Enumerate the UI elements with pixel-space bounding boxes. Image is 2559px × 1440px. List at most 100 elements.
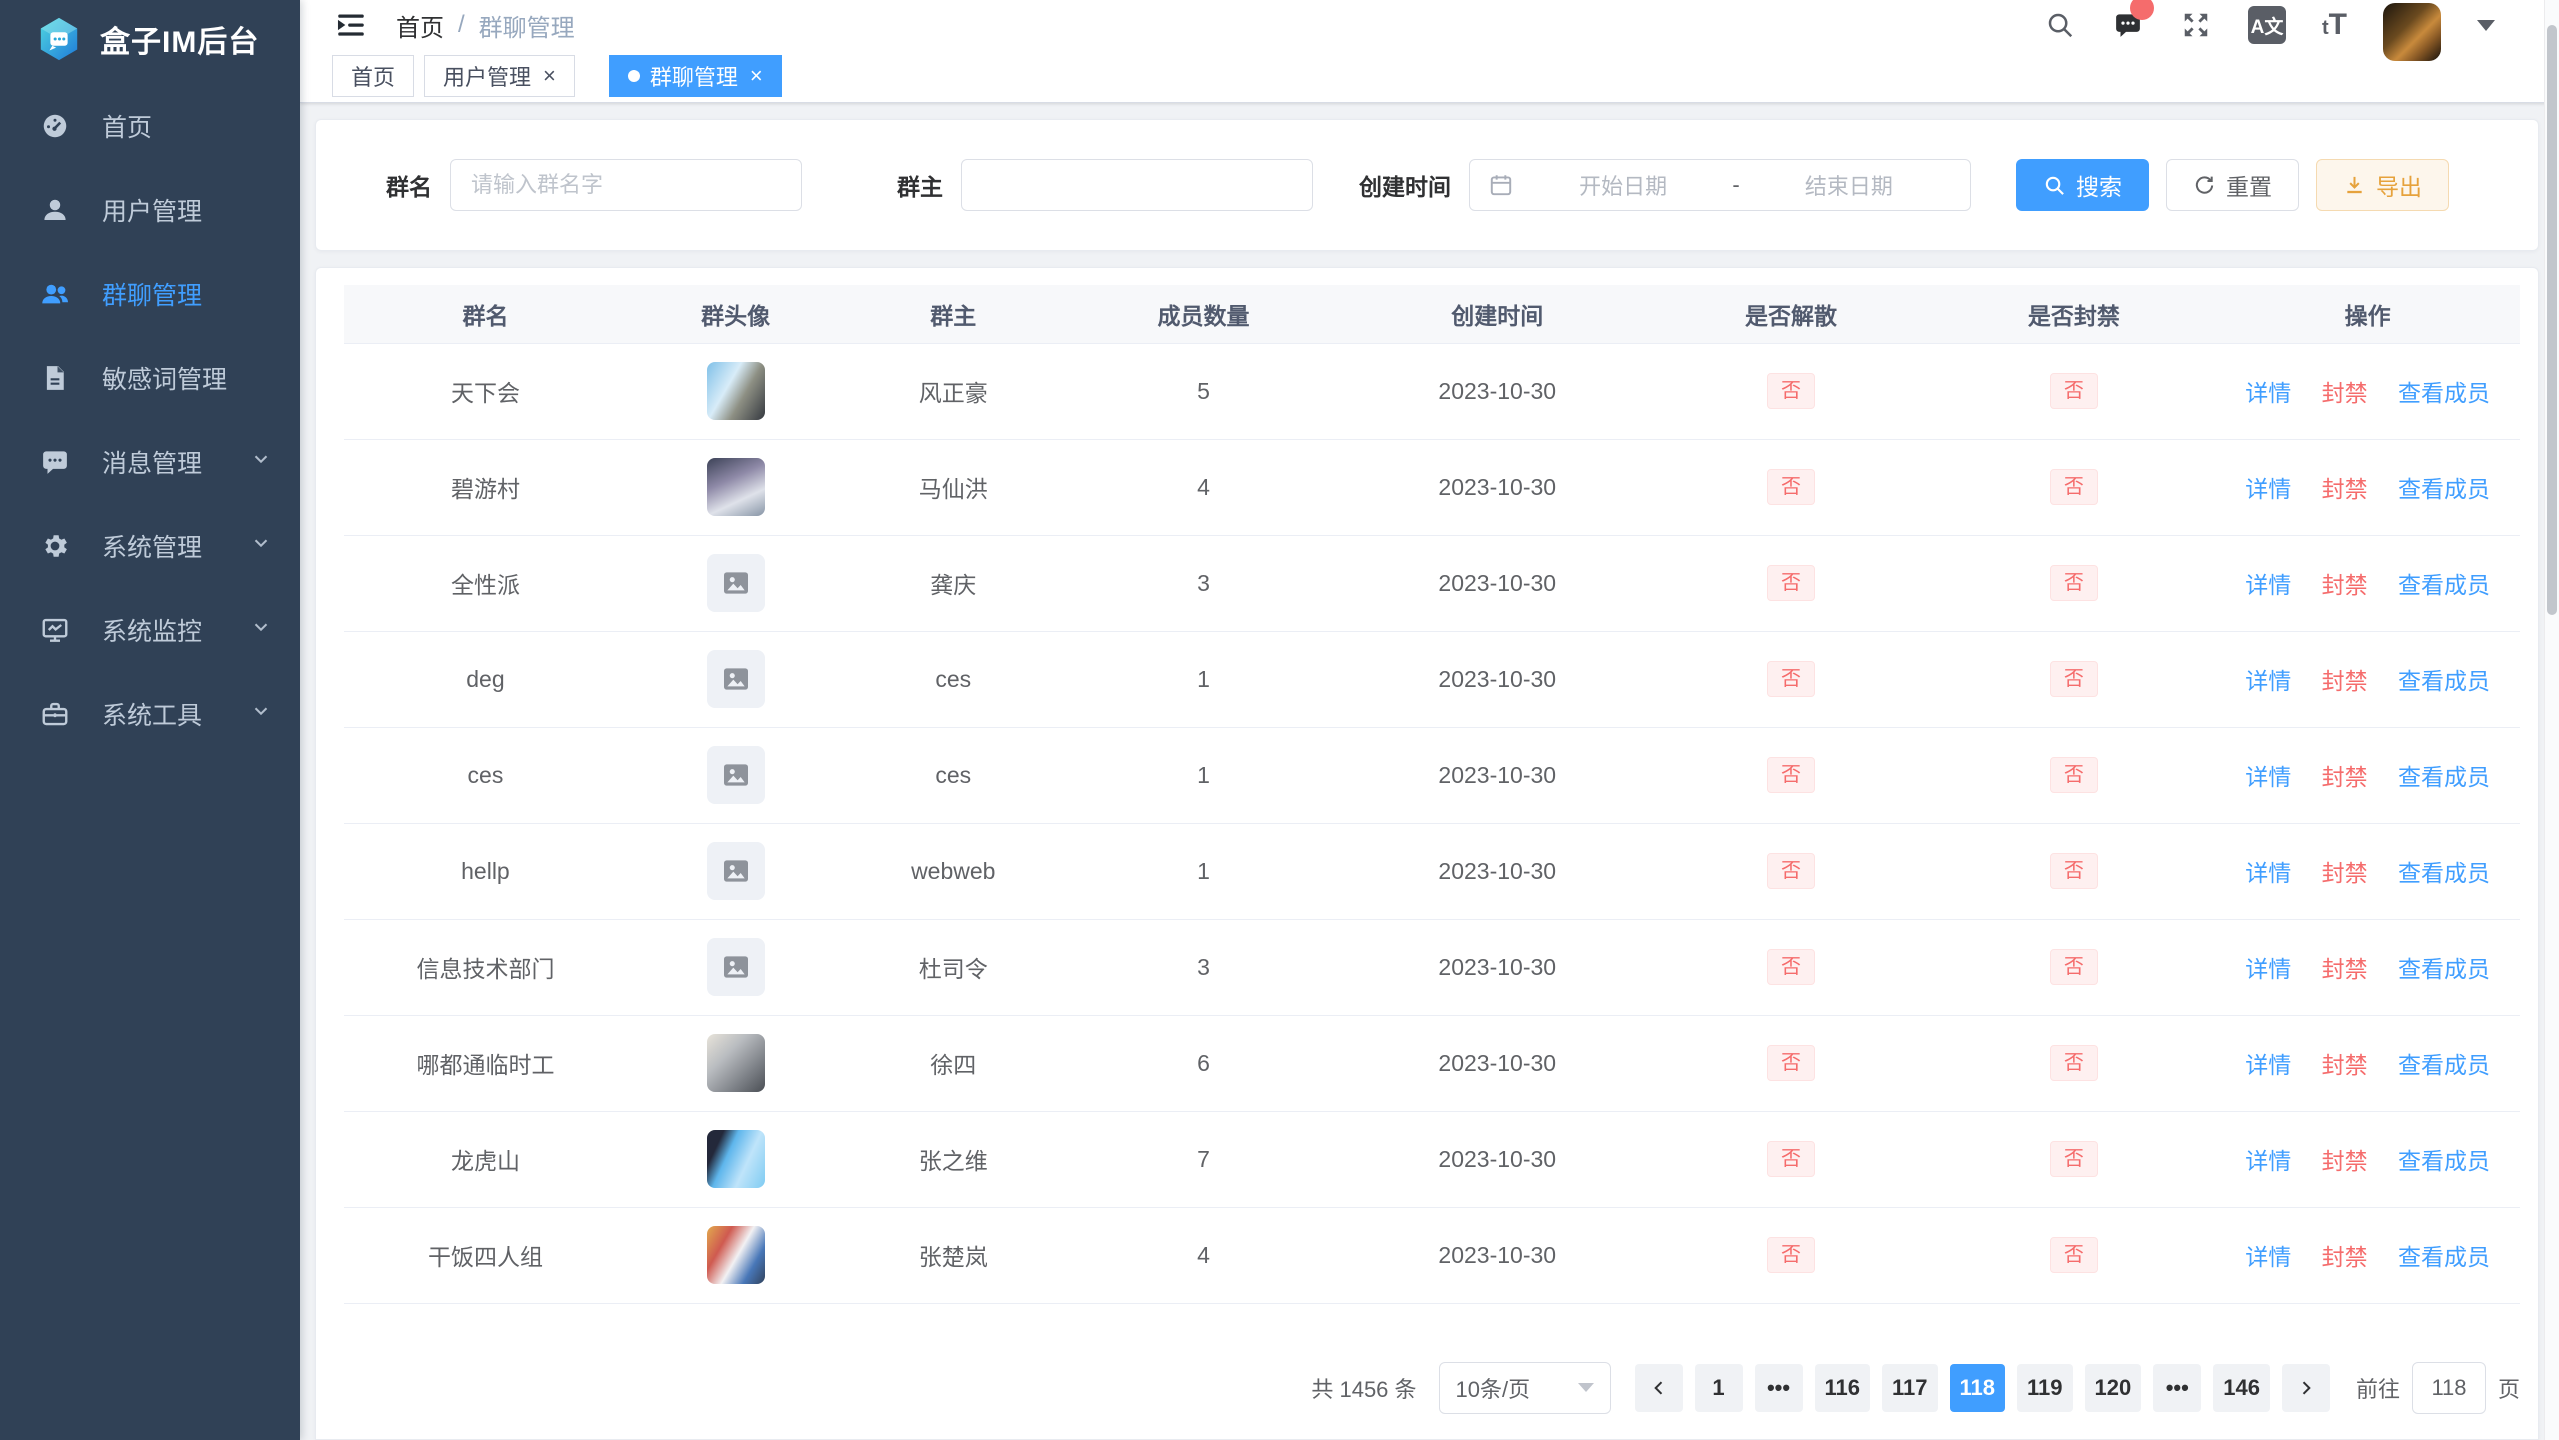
- ban-link[interactable]: 封禁: [2322, 860, 2368, 886]
- group-avatar-cell: [627, 727, 845, 823]
- document-icon: [40, 363, 70, 393]
- detail-link[interactable]: 详情: [2245, 380, 2291, 406]
- date-start-placeholder: 开始日期: [1520, 169, 1726, 201]
- owner-label: 群主: [897, 168, 943, 202]
- ban-link[interactable]: 封禁: [2322, 1052, 2368, 1078]
- view-members-link[interactable]: 查看成员: [2398, 380, 2490, 406]
- page-button[interactable]: •••: [2153, 1364, 2201, 1412]
- chevron-down-icon: [250, 448, 272, 477]
- ban-link[interactable]: 封禁: [2322, 380, 2368, 406]
- group-avatar-cell: [627, 1207, 845, 1303]
- search-button[interactable]: 搜索: [2016, 159, 2149, 211]
- sidebar-item-label: 消息管理: [102, 444, 202, 480]
- sidebar-item-sensitive-words[interactable]: 敏感词管理: [0, 336, 300, 420]
- breadcrumb: 首页 / 群聊管理: [396, 8, 575, 43]
- owner-cell: 张之维: [844, 1111, 1062, 1207]
- breadcrumb-home[interactable]: 首页: [396, 8, 444, 43]
- view-members-link[interactable]: 查看成员: [2398, 1148, 2490, 1174]
- font-size-icon[interactable]: tT: [2322, 8, 2347, 42]
- date-range-picker[interactable]: 开始日期 - 结束日期: [1469, 159, 1971, 211]
- page-button[interactable]: 120: [2085, 1364, 2142, 1412]
- fullscreen-icon[interactable]: [2180, 9, 2212, 41]
- view-members-link[interactable]: 查看成员: [2398, 860, 2490, 886]
- dissolved-badge: 否: [1767, 469, 1815, 505]
- tab-home[interactable]: 首页: [332, 55, 414, 97]
- owner-cell: ces: [844, 727, 1062, 823]
- sidebar-fold-icon[interactable]: [334, 7, 370, 43]
- window-scrollbar[interactable]: [2544, 0, 2559, 1440]
- view-members-link[interactable]: 查看成员: [2398, 668, 2490, 694]
- refresh-icon: [2193, 174, 2216, 197]
- view-members-link[interactable]: 查看成员: [2398, 956, 2490, 982]
- owner-cell: 杜司令: [844, 919, 1062, 1015]
- next-page-button[interactable]: [2282, 1364, 2330, 1412]
- page-size-select[interactable]: 10条/页: [1439, 1362, 1611, 1414]
- view-members-link[interactable]: 查看成员: [2398, 1052, 2490, 1078]
- owner-input[interactable]: [961, 159, 1313, 211]
- ban-link[interactable]: 封禁: [2322, 572, 2368, 598]
- export-button[interactable]: 导出: [2316, 159, 2449, 211]
- group-name-input[interactable]: [450, 159, 802, 211]
- banned-badge: 否: [2050, 949, 2098, 985]
- notifications-icon[interactable]: [2112, 9, 2144, 41]
- page-button[interactable]: 118: [1950, 1364, 2006, 1412]
- view-members-link[interactable]: 查看成员: [2398, 764, 2490, 790]
- detail-link[interactable]: 详情: [2245, 956, 2291, 982]
- page-button[interactable]: 146: [2213, 1364, 2270, 1412]
- view-members-link[interactable]: 查看成员: [2398, 476, 2490, 502]
- dissolved-badge: 否: [1767, 373, 1815, 409]
- detail-link[interactable]: 详情: [2245, 860, 2291, 886]
- view-members-link[interactable]: 查看成员: [2398, 572, 2490, 598]
- detail-link[interactable]: 详情: [2245, 764, 2291, 790]
- avatar[interactable]: [2383, 3, 2441, 61]
- banned-badge: 否: [2050, 565, 2098, 601]
- group-name-cell: 全性派: [344, 535, 627, 631]
- detail-link[interactable]: 详情: [2245, 572, 2291, 598]
- pager: 1 ••• 116 117 118 119 120 ••• 146: [1635, 1364, 2330, 1412]
- page-button[interactable]: •••: [1755, 1364, 1803, 1412]
- ban-link[interactable]: 封禁: [2322, 476, 2368, 502]
- sidebar-item-home[interactable]: 首页: [0, 84, 300, 168]
- users-icon: [40, 279, 70, 309]
- sidebar-item-system-management[interactable]: 系统管理: [0, 504, 300, 588]
- jump-page-input[interactable]: [2412, 1362, 2486, 1414]
- ban-link[interactable]: 封禁: [2322, 1148, 2368, 1174]
- page-button[interactable]: 1: [1695, 1364, 1743, 1412]
- detail-link[interactable]: 详情: [2245, 1244, 2291, 1270]
- group-name-cell: 天下会: [344, 343, 627, 439]
- scrollbar-thumb[interactable]: [2547, 25, 2557, 615]
- view-members-link[interactable]: 查看成员: [2398, 1244, 2490, 1270]
- detail-link[interactable]: 详情: [2245, 1148, 2291, 1174]
- ban-link[interactable]: 封禁: [2322, 1244, 2368, 1270]
- app-logo-icon: [36, 16, 82, 62]
- banned-badge: 否: [2050, 661, 2098, 697]
- language-icon[interactable]: A文: [2248, 6, 2286, 44]
- detail-link[interactable]: 详情: [2245, 1052, 2291, 1078]
- page-button[interactable]: 119: [2017, 1364, 2073, 1412]
- group-avatar: [707, 554, 765, 612]
- filter-panel: 群名 群主 创建时间 开始日期 - 结束日期 搜索 重置: [315, 119, 2539, 251]
- app-logo[interactable]: 盒子IM后台: [0, 0, 300, 78]
- tab-label: 群聊管理: [650, 60, 738, 92]
- page-button[interactable]: 116: [1815, 1364, 1871, 1412]
- sidebar-item-system-monitor[interactable]: 系统监控: [0, 588, 300, 672]
- detail-link[interactable]: 详情: [2245, 476, 2291, 502]
- sidebar-item-users[interactable]: 用户管理: [0, 168, 300, 252]
- ban-link[interactable]: 封禁: [2322, 956, 2368, 982]
- sidebar-item-messages[interactable]: 消息管理: [0, 420, 300, 504]
- tab-group-management[interactable]: 群聊管理 ×: [609, 55, 782, 97]
- reset-button[interactable]: 重置: [2166, 159, 2299, 211]
- close-icon[interactable]: ×: [543, 65, 556, 87]
- sidebar-item-groups[interactable]: 群聊管理: [0, 252, 300, 336]
- prev-page-button[interactable]: [1635, 1364, 1683, 1412]
- sidebar-item-system-tools[interactable]: 系统工具: [0, 672, 300, 756]
- tab-user-management[interactable]: 用户管理 ×: [424, 55, 575, 97]
- ban-link[interactable]: 封禁: [2322, 764, 2368, 790]
- ban-link[interactable]: 封禁: [2322, 668, 2368, 694]
- detail-link[interactable]: 详情: [2245, 668, 2291, 694]
- search-icon[interactable]: [2044, 9, 2076, 41]
- close-icon[interactable]: ×: [750, 65, 763, 87]
- page-button[interactable]: 117: [1882, 1364, 1938, 1412]
- group-name-cell: 干饭四人组: [344, 1207, 627, 1303]
- caret-down-icon[interactable]: [2477, 20, 2495, 31]
